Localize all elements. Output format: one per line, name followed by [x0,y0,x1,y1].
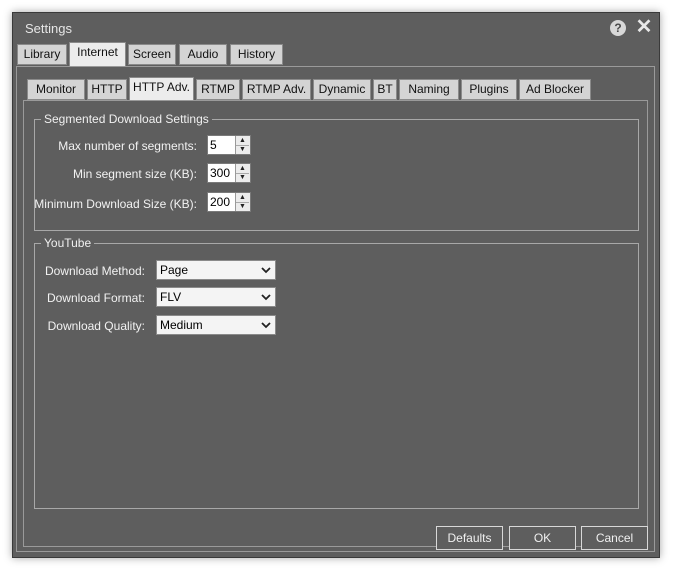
ok-button[interactable]: OK [509,526,576,550]
download-format-value: FLV [160,290,182,304]
min-download-size-value: 200 [210,195,231,209]
max-segments-value: 5 [210,138,217,152]
spin-down-icon[interactable]: ▼ [236,145,249,154]
download-quality-select[interactable]: Medium [156,315,276,335]
subtab-rtmp-adv[interactable]: RTMP Adv. [242,79,311,100]
subtab-monitor[interactable]: Monitor [27,79,85,100]
spin-buttons: ▲ ▼ [235,193,250,211]
title-bar: Settings ? ✕ [13,13,659,43]
download-method-value: Page [160,263,189,277]
chevron-down-icon [261,322,271,329]
min-segment-size-label: Min segment size (KB): [72,167,197,181]
chevron-down-icon [261,294,271,301]
subtab-bt[interactable]: BT [373,79,397,100]
help-icon[interactable]: ? [610,20,626,36]
subtab-plugins[interactable]: Plugins [461,79,517,100]
subtab-http[interactable]: HTTP [87,79,127,100]
subtab-dynamic[interactable]: Dynamic [313,79,371,100]
subtab-http-adv[interactable]: HTTP Adv. [129,77,194,101]
cancel-button[interactable]: Cancel [581,526,648,550]
tab-audio[interactable]: Audio [179,44,227,65]
segmented-legend: Segmented Download Settings [41,112,212,126]
download-quality-value: Medium [160,318,203,332]
download-format-label: Download Format: [46,291,145,305]
youtube-legend: YouTube [41,236,95,250]
youtube-group: YouTube [34,236,639,509]
tab-library[interactable]: Library [17,44,67,65]
chevron-down-icon [261,267,271,274]
download-method-label: Download Method: [44,264,145,278]
tab-internet[interactable]: Internet [69,42,126,66]
min-download-size-label: Minimum Download Size (KB): [34,197,197,211]
subtab-rtmp[interactable]: RTMP [196,79,240,100]
download-method-select[interactable]: Page [156,260,276,280]
subtab-naming[interactable]: Naming [399,79,459,100]
settings-window: Settings ? ✕ Library Internet Screen Aud… [12,12,660,558]
spin-buttons: ▲ ▼ [235,136,250,154]
spin-down-icon[interactable]: ▼ [236,173,249,182]
close-icon[interactable]: ✕ [635,17,653,37]
min-segment-size-value: 300 [210,166,231,180]
subtab-ad-blocker[interactable]: Ad Blocker [519,79,591,100]
download-format-select[interactable]: FLV [156,287,276,307]
download-quality-label: Download Quality: [47,319,145,333]
spin-buttons: ▲ ▼ [235,164,250,182]
window-title: Settings [25,21,72,36]
spin-down-icon[interactable]: ▼ [236,202,249,211]
min-segment-size-stepper[interactable]: 300 ▲ ▼ [207,163,251,183]
tab-screen[interactable]: Screen [128,44,176,65]
defaults-button[interactable]: Defaults [436,526,503,550]
max-segments-stepper[interactable]: 5 ▲ ▼ [207,135,251,155]
min-download-size-stepper[interactable]: 200 ▲ ▼ [207,192,251,212]
max-segments-label: Max number of segments: [58,139,197,153]
tab-history[interactable]: History [230,44,283,65]
